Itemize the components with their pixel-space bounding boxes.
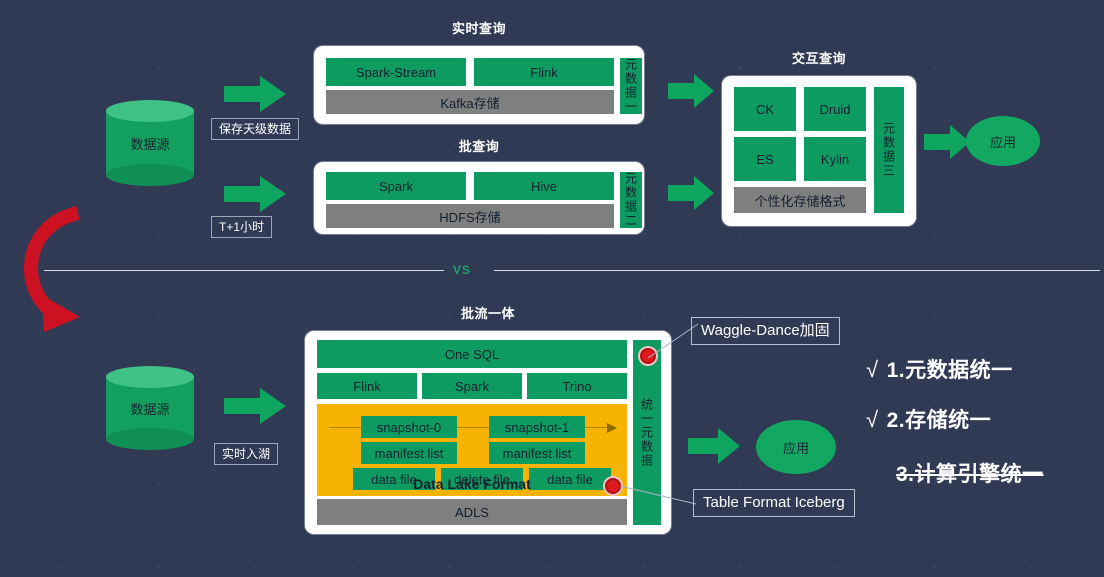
engine-flink-realtime: Flink [474,58,614,86]
panel-batch-query: Spark Hive HDFS存储 元数据二 [314,162,644,234]
engine-ck: CK [734,87,796,131]
storage-custom-format: 个性化存储格式 [734,187,866,213]
red-curved-transition-arrow [0,195,110,345]
arrow-to-interactive-query-lower [668,176,714,210]
engine-spark-lake: Spark [422,373,522,399]
storage-kafka: Kafka存储 [326,90,614,114]
top-data-source-label: 数据源 [130,136,170,152]
metadata-one: 元数据一 [620,58,642,114]
engine-spark-stream: Spark-Stream [326,58,466,86]
panel-realtime-query: Spark-Stream Flink Kafka存储 元数据一 [314,46,644,124]
manifest-list-1-box: manifest list [489,442,585,464]
bottom-data-source-label: 数据源 [130,401,170,417]
snapshot-1-box: snapshot-1 [489,416,585,438]
benefit-text-2: 2.存储统一 [886,409,992,432]
arrow-to-interactive-query-upper [668,74,714,108]
section-title-realtime-query: 实时查询 [451,21,506,36]
tag-realtime-into-lake: 实时入湖 [214,443,279,465]
divider-line-right [494,270,1100,271]
top-app-ellipse: 应用 [966,116,1040,166]
arrow-to-bottom-app [688,428,740,464]
engine-spark-batch: Spark [326,172,466,200]
storage-hdfs: HDFS存储 [326,204,614,228]
section-title-batch-stream-unified: 批流一体 [460,306,515,321]
panel-interactive-query: CK Druid ES Kylin 个性化存储格式 元数据三 [722,76,916,226]
bottom-data-source-cylinder: 数据源 [106,366,194,450]
storage-adls: ADLS [317,499,627,525]
benefit-text-3: 3.计算引擎统一 [896,463,1044,486]
vs-label: VS [453,263,472,277]
engine-hive: Hive [474,172,614,200]
section-title-batch-query: 批查询 [458,139,500,154]
engine-flink-lake: Flink [317,373,417,399]
arrow-t-plus-1-hour [224,176,286,212]
manifest-list-0-box: manifest list [361,442,457,464]
arrow-realtime-into-lake [224,388,286,424]
callout-table-format-iceberg: Table Format Iceberg [693,489,855,517]
benefit-item-3: 3.计算引擎统一 [896,458,1044,488]
benefit-item-1: √ 1.元数据统一 [866,354,1013,384]
arrow-save-daily-data [224,76,286,112]
snapshot-flow-arrowhead [607,421,619,439]
benefit-text-1: 1.元数据统一 [886,359,1013,382]
section-title-interactive-query: 交互查询 [791,51,846,66]
check-tick-icon-2: √ [866,407,879,432]
tag-t-plus-1-hour: T+1小时 [211,216,273,238]
data-lake-format-caption: Data Lake Format [413,476,531,492]
arrow-to-top-app [924,125,970,159]
connector-table-format [619,485,700,513]
engine-kylin: Kylin [804,137,866,181]
callout-waggle-dance: Waggle-Dance加固 [691,317,840,345]
metadata-two: 元数据二 [620,172,642,228]
engine-es: ES [734,137,796,181]
top-data-source-cylinder: 数据源 [106,100,194,186]
one-sql-bar: One SQL [317,340,627,368]
panel-lakehouse: One SQL Flink Spark Trino snapshot-0 sna… [305,331,671,534]
data-lake-format-area: snapshot-0 snapshot-1 manifest list mani… [317,404,627,496]
engine-trino: Trino [527,373,627,399]
slide-canvas: 数据源 保存天级数据 T+1小时 实时查询 Spark-Stream Flink… [0,0,1104,577]
marker-dot-table-format [605,478,621,494]
benefit-item-2: √ 2.存储统一 [866,404,991,434]
bottom-app-ellipse: 应用 [756,420,836,474]
tag-save-daily-data: 保存天级数据 [211,118,300,140]
check-tick-icon-1: √ [866,357,879,382]
metadata-three: 元数据三 [874,87,904,213]
snapshot-0-box: snapshot-0 [361,416,457,438]
engine-druid: Druid [804,87,866,131]
